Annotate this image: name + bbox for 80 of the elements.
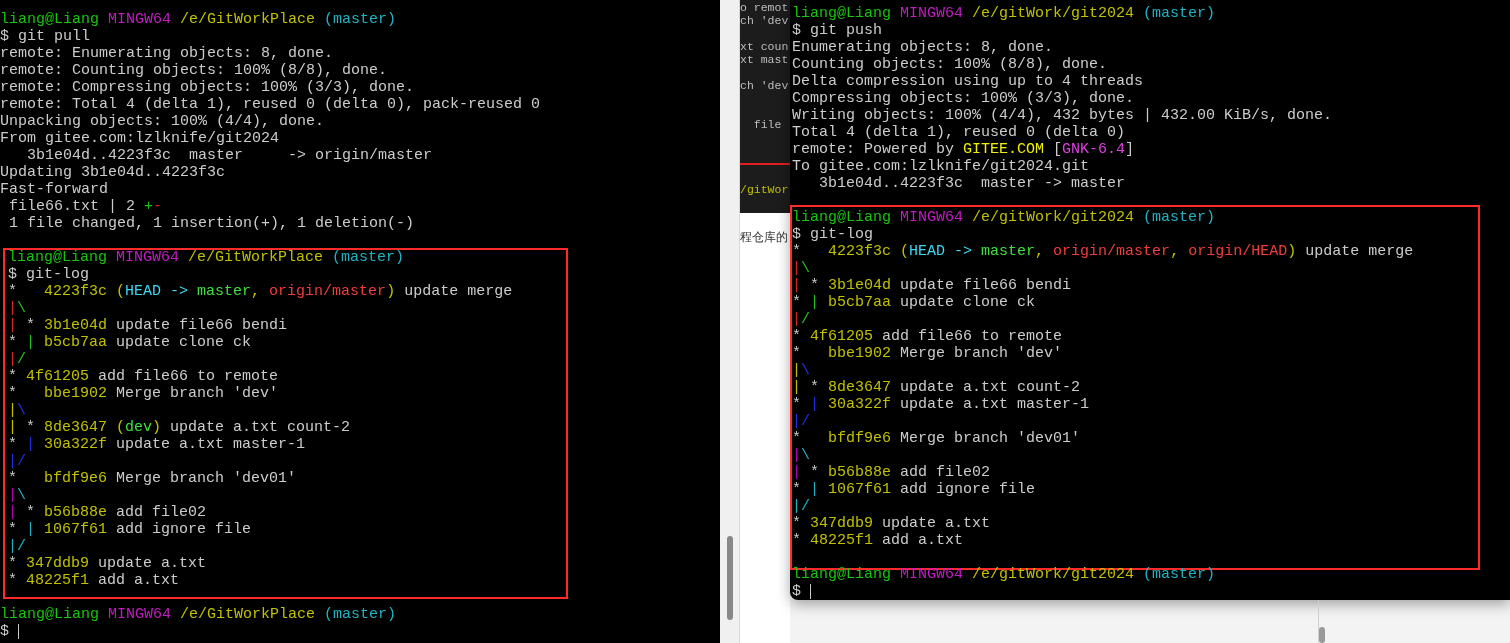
terminal-line: * 4223f3c (HEAD -> master, origin/master, origin/HEAD) update merge (792, 243, 1414, 260)
terminal-line: $ git-log (792, 226, 873, 243)
terminal-line: /gitWor (740, 183, 789, 196)
terminal-line: * | 30a322f update a.txt master-1 (8, 436, 306, 453)
terminal-line: liang@Liang MINGW64 /e/GitWorkPlace (master) (8, 249, 405, 266)
terminal-line: $ git pull (0, 28, 90, 45)
terminal-line: * 4f61205 add file66 to remote (792, 328, 1063, 345)
terminal-line: 1 file changed, 1 insertion(+), 1 deletion(-) (8, 215, 415, 232)
terminal-line: |\ (8, 300, 27, 317)
terminal-line: remote: Compressing objects: 100% (3/3), done. (0, 79, 415, 96)
terminal-line: ch 'dev (740, 79, 789, 92)
terminal-line: * bfdf9e6 Merge branch 'dev01' (8, 470, 297, 487)
terminal-line: liang@Liang MINGW64 /e/GitWorkPlace (master) (0, 606, 397, 623)
terminal-line: ch 'dev (740, 14, 789, 27)
terminal-line: |/ (8, 453, 26, 470)
terminal-line: remote: Powered by GITEE.COM [GNK-6.4] (792, 141, 1135, 158)
terminal-line: $ git push (792, 22, 882, 39)
terminal-line: remote: Total 4 (delta 1), reused 0 (delta 0), pack-reused 0 (0, 96, 541, 113)
terminal-line: xt mast (740, 53, 789, 66)
terminal-line: * 347ddb9 update a.txt (792, 515, 991, 532)
terminal-line: |/ (792, 311, 811, 328)
terminal-line: To gitee.com:lzlknife/git2024.git (792, 158, 1090, 175)
terminal-line: * | b5cb7aa update clone ck (8, 334, 252, 351)
terminal-line: remote: Enumerating objects: 8, done. (0, 45, 334, 62)
terminal-line: 3b1e04d..4223f3c master -> master (818, 175, 1126, 192)
terminal-line: Updating 3b1e04d..4223f3c (0, 164, 226, 181)
terminal-line: $ git-log (8, 266, 89, 283)
terminal-line: xt coun (740, 40, 789, 53)
terminal-line: * bbe1902 Merge branch 'dev' (8, 385, 279, 402)
terminal-line: * 48225f1 add a.txt (792, 532, 964, 549)
terminal-line: Unpacking objects: 100% (4/4), done. (0, 113, 325, 130)
terminal-line: Compressing objects: 100% (3/3), done. (792, 90, 1135, 107)
terminal-line: |\ (8, 402, 27, 419)
terminal-line: | * 3b1e04d update file66 bendi (792, 277, 1072, 294)
terminal-line: Enumerating objects: 8, done. (792, 39, 1054, 56)
text-cursor (18, 624, 19, 639)
terminal-line: |/ (792, 413, 810, 430)
terminal-line: Counting objects: 100% (8/8), done. (792, 56, 1108, 73)
terminal-line: | * 8de3647 update a.txt count-2 (792, 379, 1081, 396)
terminal-line: From gitee.com:lzlknife/git2024 (0, 130, 280, 147)
terminal-line: liang@Liang MINGW64 /e/gitWork/git2024 (master) (792, 566, 1216, 583)
terminal-line: | * 3b1e04d update file66 bendi (8, 317, 288, 334)
terminal-line: liang@Liang MINGW64 /e/gitWork/git2024 (master) (792, 209, 1216, 226)
terminal-line: Total 4 (delta 1), reused 0 (delta 0) (792, 124, 1126, 141)
terminal-line: Fast-forward (0, 181, 109, 198)
text-cursor (810, 584, 811, 599)
terminal-line: liang@Liang MINGW64 /e/gitWork/git2024 (master) (792, 5, 1216, 22)
terminal-line: * | 30a322f update a.txt master-1 (792, 396, 1090, 413)
scrollbar-thumb[interactable] (1319, 627, 1325, 643)
terminal-line: * 4223f3c (HEAD -> master, origin/master) update merge (8, 283, 513, 300)
terminal-line: * | 1067f61 add ignore file (8, 521, 252, 538)
terminal-line: 3b1e04d..4223f3c master -> origin/master (26, 147, 433, 164)
terminal-line: liang@Liang MINGW64 /e/GitWorkPlace (master) (0, 11, 397, 28)
terminal-line: |\ (792, 260, 811, 277)
terminal-line: o remot (740, 1, 789, 14)
terminal-line: | * 8de3647 (dev) update a.txt count-2 (8, 419, 351, 436)
terminal-line: |\ (792, 362, 811, 379)
terminal-line: * bbe1902 Merge branch 'dev' (792, 345, 1063, 362)
terminal-line: |\ (8, 487, 27, 504)
terminal-line: * 347ddb9 update a.txt (8, 555, 207, 572)
terminal-line: file (752, 118, 782, 131)
terminal-line: * 4f61205 add file66 to remote (8, 368, 279, 385)
terminal-line: |\ (792, 447, 811, 464)
terminal-line: | * b56b88e add file02 (8, 504, 207, 521)
prompt-symbol: $ (792, 583, 801, 600)
prompt-symbol: $ (0, 623, 9, 640)
terminal-line: | * b56b88e add file02 (792, 464, 991, 481)
terminal-line: Writing objects: 100% (4/4), 432 bytes | 432.00 KiB/s, done. (792, 107, 1333, 124)
scrollbar-thumb[interactable] (726, 536, 733, 620)
terminal-line: remote: Counting objects: 100% (8/8), done. (0, 62, 388, 79)
terminal-line: * bfdf9e6 Merge branch 'dev01' (792, 430, 1081, 447)
terminal-line: |/ (8, 538, 26, 555)
terminal-line: * | 1067f61 add ignore file (792, 481, 1036, 498)
page-text: 程仓库的 (740, 229, 789, 246)
terminal-line: |/ (8, 351, 27, 368)
terminal-line: |/ (792, 498, 810, 515)
terminal-line: file66.txt | 2 +- (8, 198, 163, 215)
terminal-line: * 48225f1 add a.txt (8, 572, 180, 589)
terminal-line: * | b5cb7aa update clone ck (792, 294, 1036, 311)
terminal-line: Delta compression using up to 4 threads (792, 73, 1144, 90)
